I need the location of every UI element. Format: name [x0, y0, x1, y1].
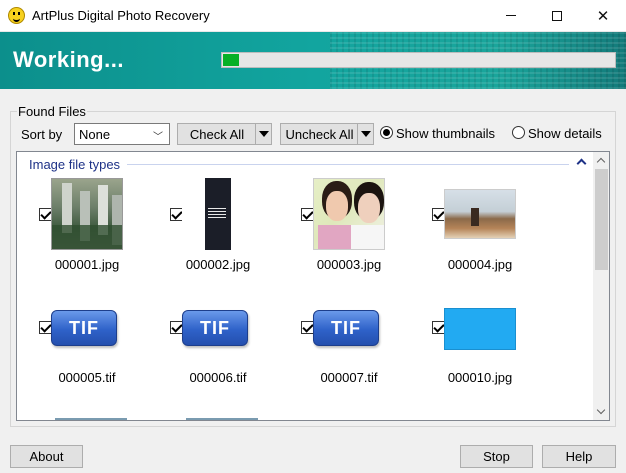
- about-button[interactable]: About: [10, 445, 83, 468]
- file-name: 000001.jpg: [54, 257, 120, 272]
- tif-file-icon[interactable]: TIF: [51, 310, 117, 346]
- file-name: 000010.jpg: [447, 370, 513, 385]
- file-name: 000005.tif: [58, 370, 116, 385]
- file-name: 000003.jpg: [316, 257, 382, 272]
- check-all-dropdown-arrow[interactable]: [255, 124, 271, 144]
- window-title: ArtPlus Digital Photo Recovery: [32, 8, 210, 23]
- smiley-icon: [8, 7, 25, 24]
- file-name: 000007.tif: [320, 370, 378, 385]
- scroll-thumb[interactable]: [595, 169, 608, 270]
- status-banner: Working...: [0, 32, 626, 89]
- maximize-button[interactable]: [534, 0, 580, 31]
- show-details-label[interactable]: Show details: [528, 126, 602, 141]
- found-files-label: Found Files: [17, 104, 87, 119]
- progress-fill: [223, 54, 239, 66]
- file-name: 000004.jpg: [447, 257, 513, 272]
- file-tile[interactable]: 000003.jpg: [293, 178, 417, 288]
- help-button[interactable]: Help: [542, 445, 616, 468]
- file-thumbnail-partial[interactable]: [55, 418, 127, 420]
- maximize-icon: [552, 10, 562, 21]
- stop-button[interactable]: Stop: [460, 445, 533, 468]
- minimize-button[interactable]: [488, 0, 534, 31]
- sort-by-value: None: [79, 127, 111, 142]
- progress-bar: [221, 52, 616, 68]
- chevron-down-icon: ﹀: [153, 132, 163, 143]
- file-thumbnail[interactable]: [51, 178, 123, 250]
- file-thumbnail[interactable]: [313, 178, 385, 250]
- uncheck-all-button[interactable]: Uncheck All: [280, 123, 374, 145]
- show-thumbnails-radio[interactable]: [380, 126, 393, 139]
- file-thumbnail[interactable]: [444, 308, 516, 350]
- tif-file-icon[interactable]: TIF: [182, 310, 248, 346]
- vertical-scrollbar[interactable]: [593, 152, 609, 420]
- file-tile[interactable]: TIF 000006.tif: [162, 307, 286, 417]
- file-thumbnail[interactable]: [444, 189, 516, 239]
- status-text: Working...: [13, 47, 124, 72]
- tif-file-icon[interactable]: TIF: [313, 310, 379, 346]
- scroll-up-arrow-icon[interactable]: [593, 152, 609, 169]
- file-thumbnail-partial[interactable]: [186, 418, 258, 420]
- file-name: 000006.tif: [189, 370, 247, 385]
- close-button[interactable]: ✕: [580, 0, 626, 31]
- file-tile[interactable]: 000004.jpg: [424, 178, 548, 288]
- file-tile[interactable]: TIF 000005.tif: [31, 307, 155, 417]
- minimize-icon: [506, 15, 516, 16]
- file-tile[interactable]: 000010.jpg: [424, 307, 548, 417]
- file-tile[interactable]: 000002.jpg: [162, 178, 286, 288]
- file-tile[interactable]: TIF 000007.tif: [293, 307, 417, 417]
- file-name: 000002.jpg: [185, 257, 251, 272]
- show-details-radio[interactable]: [512, 126, 525, 139]
- close-icon: ✕: [596, 7, 610, 25]
- sort-by-select[interactable]: None ﹀: [74, 123, 170, 145]
- sort-by-label: Sort by: [21, 127, 63, 142]
- category-divider: [127, 164, 569, 165]
- file-tile[interactable]: 000001.jpg: [31, 178, 155, 288]
- uncheck-all-dropdown-arrow[interactable]: [357, 124, 373, 144]
- show-thumbnails-label[interactable]: Show thumbnails: [396, 126, 495, 141]
- file-thumbnail[interactable]: [182, 178, 254, 250]
- file-list[interactable]: Image file types 000001.jpg 000002.jpg 0…: [16, 151, 610, 421]
- check-all-label: Check All: [189, 127, 245, 142]
- title-bar: ArtPlus Digital Photo Recovery ✕: [0, 0, 626, 32]
- uncheck-all-label: Uncheck All: [285, 127, 354, 142]
- category-header[interactable]: Image file types: [29, 157, 120, 172]
- scroll-down-arrow-icon[interactable]: [593, 403, 609, 420]
- check-all-button[interactable]: Check All: [177, 123, 272, 145]
- collapse-icon[interactable]: [575, 156, 587, 166]
